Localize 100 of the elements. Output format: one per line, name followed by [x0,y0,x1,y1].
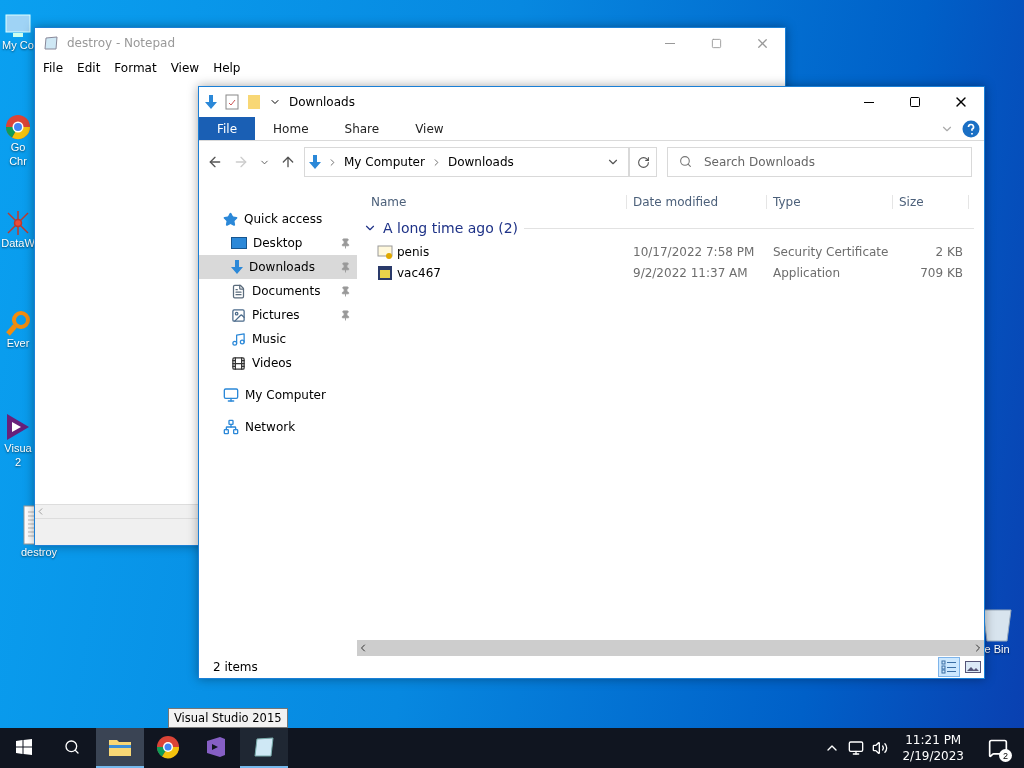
nav-pane-item[interactable]: Pictures [199,303,357,327]
taskbar-app[interactable] [96,728,144,768]
trash-bin-icon [982,608,1012,642]
desktop-icon-label: DataW [1,236,35,250]
nav-pane-item[interactable]: Network [199,415,357,439]
properties-icon [225,94,239,110]
document-icon [231,283,246,299]
address-bar[interactable]: My Computer Downloads [304,147,629,177]
chrome-icon [5,114,31,140]
download-arrow-icon [231,260,243,274]
network-icon [223,419,239,435]
pin-icon [340,237,351,249]
date-text: 2/19/2023 [902,748,964,764]
desktop-icon-label: Visua [4,441,32,455]
monitor-icon [5,14,31,38]
pin-icon [340,285,351,297]
volume-icon[interactable] [872,740,889,756]
download-arrow-icon [205,95,217,109]
certificate-icon [377,243,393,260]
notification-count: 2 [999,749,1012,762]
breadcrumb-item[interactable]: Downloads [447,155,514,169]
visual-studio-icon [206,737,226,757]
desktop-icon-label: 2 [14,455,22,469]
clock[interactable]: 11:21 PM 2/19/2023 [896,732,970,764]
taskbar-app[interactable] [240,728,288,768]
forward-arrow-icon [233,154,249,170]
music-note-icon [231,331,246,347]
action-center-button[interactable]: 2 [978,728,1018,768]
column-header[interactable]: Date modified [627,195,767,209]
details-view-button[interactable] [938,657,960,677]
help-icon[interactable] [962,119,980,138]
desktop-icon-label: Ever [6,336,30,350]
search-icon [679,155,692,168]
notepad-icon [43,35,59,51]
desktop-icon-label: Chr [9,154,27,168]
network-status-icon[interactable] [848,740,865,756]
application-icon [377,264,393,281]
breadcrumb-item[interactable]: My Computer [344,155,425,169]
time-text: 11:21 PM [905,732,962,748]
picture-icon [231,307,246,323]
nav-pane-item[interactable]: Quick access [199,207,357,231]
desktop-icon-label: e Bin [984,642,1010,656]
nav-pane-item[interactable]: Desktop [199,231,357,255]
network-graph-icon [5,210,31,236]
notepad-icon [254,737,274,757]
pin-icon [340,261,351,273]
nav-pane-item[interactable]: Downloads [199,255,357,279]
search-icon [64,739,80,755]
nav-pane-item[interactable]: My Computer [199,383,357,407]
film-icon [231,355,246,371]
star-icon [223,211,238,227]
table-cell-text: 10/17/2022 7:58 PM [632,244,756,259]
monitor-icon [223,387,239,403]
message-icon [988,738,1008,758]
table-cell-text: 709 KB [919,265,964,280]
picture-icon [965,661,981,673]
column-header[interactable]: Type [767,195,893,209]
table-cell-text: Application [772,265,842,280]
ribbon-tab[interactable]: Home [255,117,327,140]
nav-pane-item[interactable]: Documents [199,279,357,303]
download-arrow-icon [309,155,321,169]
menu-item[interactable]: Edit [71,61,107,75]
refresh-button[interactable] [629,147,657,177]
minimize-icon [864,101,874,103]
desktop-icon-label: Go [10,140,26,154]
window-title: Downloads [289,95,355,109]
nav-pane-item[interactable]: Videos [199,351,357,375]
ribbon-tab[interactable]: View [397,117,462,140]
maximize-icon [710,37,722,49]
windows-logo-icon [16,739,32,755]
table-cell-text: 9/2/2022 11:37 AM [632,265,749,280]
file-menu-button[interactable]: File [199,117,256,140]
menu-item[interactable]: Help [207,61,247,75]
table-cell-text: 2 KB [934,244,964,259]
window-title: destroy - Notepad [67,36,176,50]
column-header[interactable]: Name [357,195,627,209]
menu-item[interactable]: View [164,61,206,75]
magnifier-icon [5,310,31,336]
column-header[interactable]: Size [893,195,969,209]
group-header[interactable]: A long time ago (2) [357,215,984,241]
nav-pane-item[interactable]: Music [199,327,357,351]
desktop-icon-label: destroy [20,545,58,559]
table-cell-text: Security Certificate [772,244,890,259]
details-list-icon [941,660,957,674]
menu-item[interactable]: File [37,61,70,75]
ribbon-tab[interactable]: Share [326,117,398,140]
desktop-icon [231,236,247,250]
maximize-icon [909,96,921,108]
minimize-icon [665,42,675,44]
refresh-icon [636,155,650,169]
chrome-icon [156,735,180,759]
pin-icon [340,309,351,321]
file-name[interactable]: vac467 [397,265,441,280]
menu-item[interactable]: Format [108,61,163,75]
desktop-icon-label: My Co [2,38,34,52]
folder-icon [247,94,261,110]
visual-studio-icon [6,413,30,441]
search-field[interactable]: Search Downloads [667,147,972,177]
folder-icon [108,737,132,757]
file-name[interactable]: penis [397,244,430,259]
